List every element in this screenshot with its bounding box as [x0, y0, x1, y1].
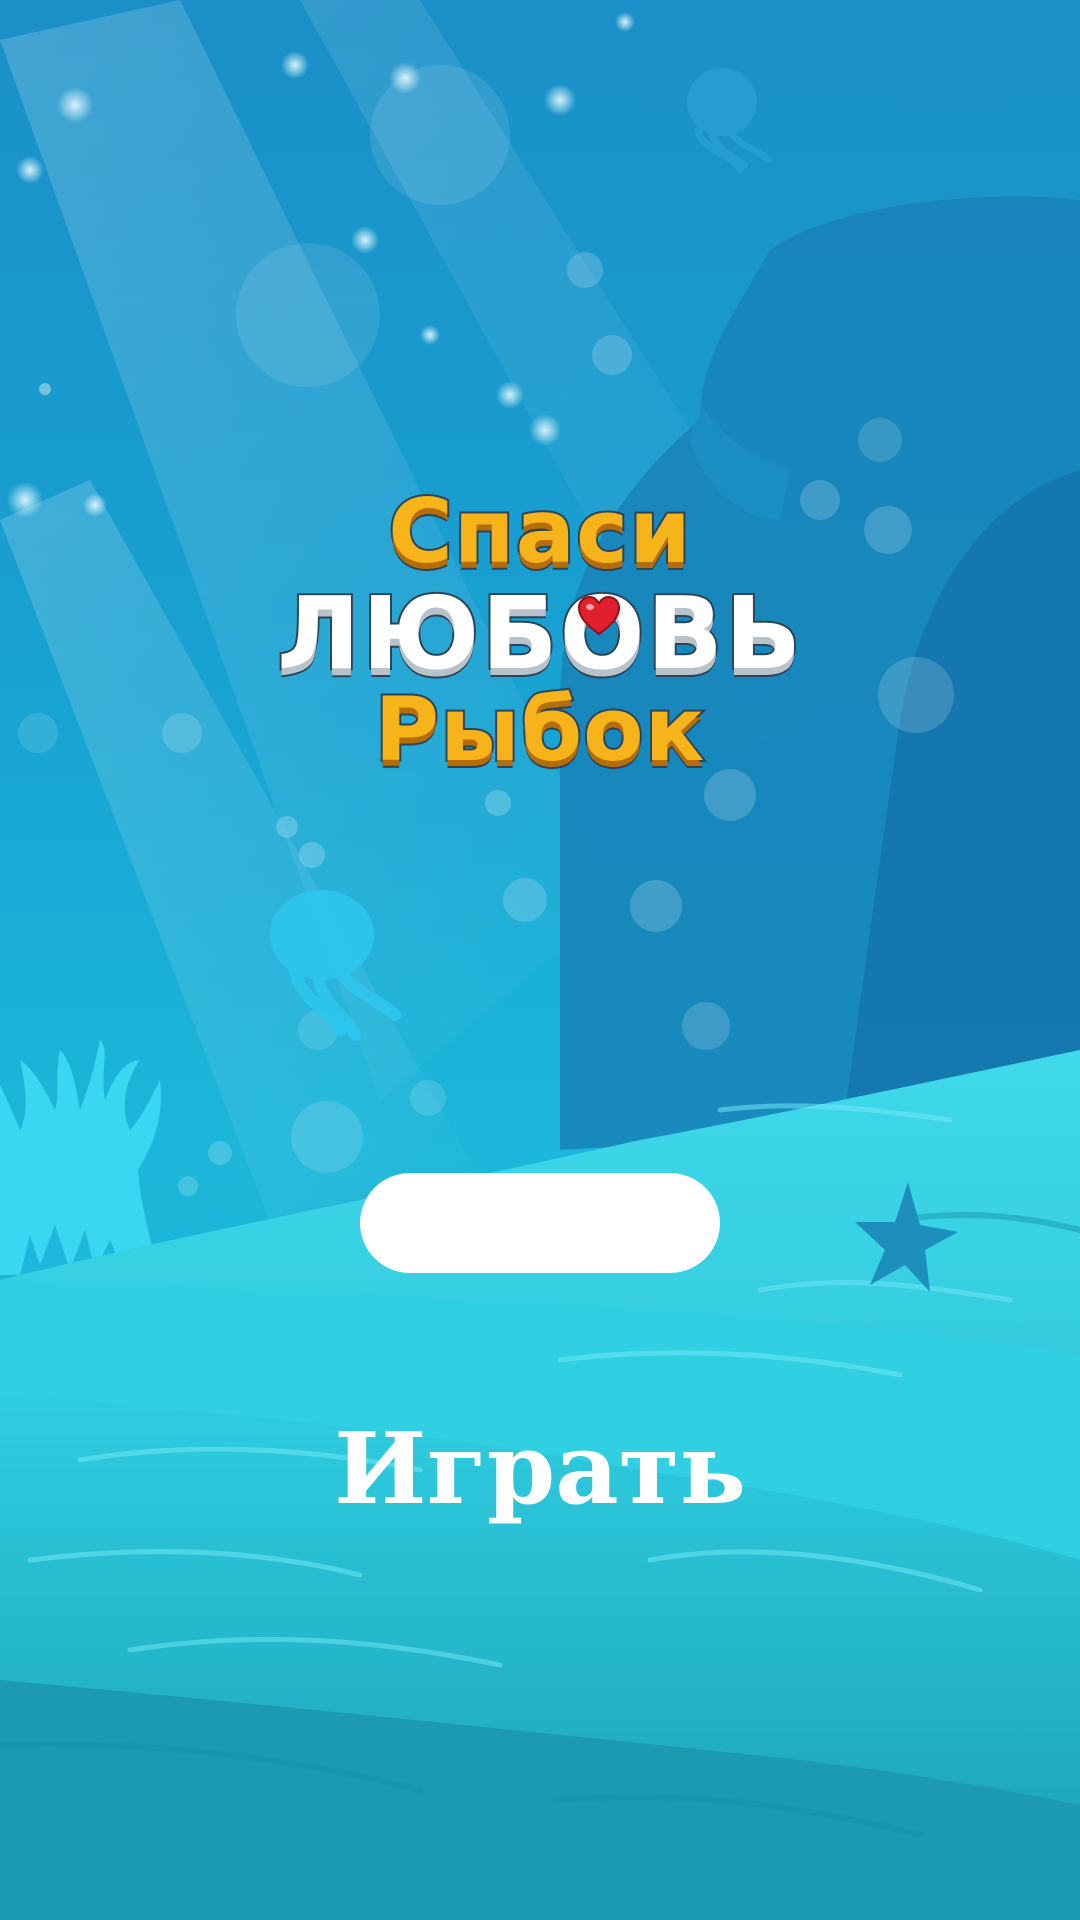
game-logo: Спаси ЛЮБОВЬ Рыбок: [0, 470, 1080, 783]
logo-title-line1: Спаси: [386, 478, 693, 585]
play-button[interactable]: Играть: [290, 1400, 790, 1540]
player-name-input[interactable]: [360, 1173, 720, 1273]
heart-icon: [577, 595, 621, 636]
logo-title-line2: ЛЮБОВЬ: [275, 573, 804, 694]
logo-title-line3: Рыбок: [373, 676, 707, 783]
game-start-screen: Спаси ЛЮБОВЬ Рыбок Играть: [0, 0, 1080, 1920]
underwater-background: [0, 0, 1080, 1920]
